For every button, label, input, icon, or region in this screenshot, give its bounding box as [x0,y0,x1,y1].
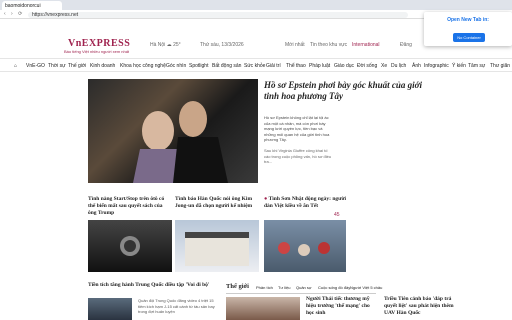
site-logo[interactable]: VnEXPRESS [68,38,130,49]
card-image[interactable] [175,220,259,272]
region-news-link[interactable]: Tin theo khu vực [310,42,347,48]
section-tab[interactable]: Quân sự [296,285,312,290]
popup-title: Open New Tab in: [447,17,489,23]
login-link[interactable]: Đăng [400,42,412,48]
nav-item[interactable]: Thế giới [68,63,86,69]
section-headline[interactable]: Người Thái tiếc thương mỹ hiệu trưởng 't… [306,296,378,317]
container-popup: Open New Tab in: No Container [424,12,512,46]
nav-item[interactable]: Giải trí [266,63,281,69]
nav-item[interactable]: Pháp luật [309,63,330,69]
no-container-button[interactable]: No Container [453,33,485,42]
card-headline[interactable]: Tình nàng Start/Stop trên ôtô có thể biế… [88,196,170,217]
nav-item[interactable]: Góc nhìn [166,63,186,69]
nav-item[interactable]: Giáo dục [334,63,354,69]
hero-headline[interactable]: Hồ sơ Epstein phơi bày góc khuất của giớ… [264,80,432,102]
date-label: Thứ sáu, 13/3/2026 [200,42,244,48]
main-nav: ⌂ VnE-GO Thời sự Thế giới Kinh doanh Kho… [0,58,512,72]
section-header: Thế giới Phân tích Tư liệu Quân sự Cuộc … [226,283,382,292]
tab-label: baomoidonorcui [5,3,41,9]
section-divider [226,293,376,294]
hero-description: Hồ sơ Epstein không chỉ lật lại tội ác c… [264,115,330,142]
section-tab[interactable]: Người Việt 5 châu [350,285,382,290]
crowd-icon [278,242,330,256]
hero-image[interactable] [88,79,258,183]
url-input[interactable]: https://vnexpress.net [28,12,408,18]
car-dashboard-icon [120,236,140,256]
nav-item[interactable]: Thể thao [286,63,306,69]
nav-item[interactable]: Thời sự [48,63,65,69]
nav-item[interactable]: Xe [381,63,387,69]
latest-link[interactable]: Mới nhất [285,42,305,48]
card-headline[interactable]: Tình báo Hàn Quốc nói ông Kim Jong-un đã… [175,196,257,210]
section-tab[interactable]: Phân tích [256,285,273,290]
bottom-headline[interactable]: Tiền tích tăng hành Trung Quốc điều tập … [88,282,218,289]
nav-item[interactable]: Sức khỏe [244,63,265,69]
bottom-thumb[interactable] [88,298,132,320]
browser-tab-bar: baomoidonorcui [0,0,512,10]
nav-item[interactable]: Thư giãn [490,63,510,69]
nav-item[interactable]: VnE-GO [26,63,45,69]
card-image[interactable] [264,220,346,272]
section-tab[interactable]: Tư liệu [278,285,290,290]
location-label[interactable]: Hà Nội ☁ 25° [150,42,181,48]
nav-item[interactable]: Ảnh [412,63,421,69]
logo-tagline: Báo tiếng Việt nhiều người xem nhất [64,49,130,54]
side-headline[interactable]: Triều Tiên cảnh báo 'đáp trả quyết liệt'… [384,296,460,317]
section-tab[interactable]: Cuộc sống đó đây [318,285,350,290]
nav-item[interactable]: Bất động sản [212,63,241,69]
home-icon[interactable]: ⌂ [14,63,17,69]
comment-count[interactable]: 45 [334,212,340,218]
nav-item[interactable]: Infographic [424,63,449,69]
browser-tab[interactable]: baomoidonorcui [2,1,62,10]
building-icon [185,232,249,266]
nav-item[interactable]: Du lịch [391,63,406,69]
hero-photo-icon [133,101,228,183]
nav-item[interactable]: Khoa học công nghệ [120,63,166,69]
nav-item[interactable]: Tâm sự [468,63,485,69]
section-title[interactable]: Thế giới [226,283,249,290]
nav-item[interactable]: Spotlight [189,63,208,69]
nav-item[interactable]: Kinh doanh [90,63,115,69]
hero-related-link[interactable]: Sau khi Virginia Giuffre công khai tố cá… [264,148,334,165]
bottom-description: Quân đội Trung Quốc đăng video 4 triệt 1… [138,298,215,314]
card-headline[interactable]: ● Tình Sơn Nhật động ngày: người đàn Việ… [264,196,346,210]
section-thumb[interactable] [226,297,300,320]
card-image[interactable] [88,220,172,272]
nav-item[interactable]: Ý kiến [452,63,466,69]
international-link[interactable]: International [352,42,380,48]
nav-item[interactable]: Đời sống [357,63,377,69]
back-forward-icon[interactable]: ‹ › ⟳ [4,11,24,17]
